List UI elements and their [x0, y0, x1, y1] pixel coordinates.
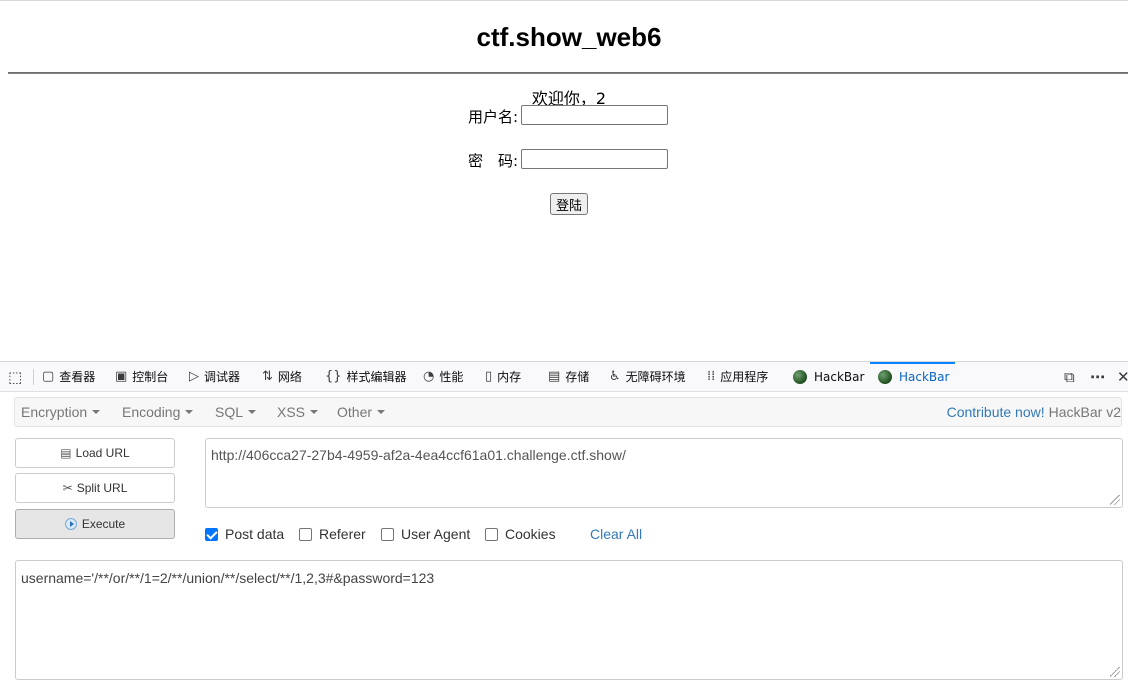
tab-debugger[interactable]: ▷ 调试器 — [189, 362, 240, 391]
tab-network[interactable]: ⇅ 网络 — [262, 362, 302, 391]
caret-down-icon — [92, 410, 101, 414]
cookies-checkbox[interactable] — [485, 527, 498, 541]
contribute-area: Contribute now! HackBar v2 — [947, 398, 1121, 426]
hackbar-icon — [793, 369, 807, 384]
url-textarea[interactable]: http://406cca27-27b4-4959-af2a-4ea4ccf61… — [205, 438, 1123, 508]
tab-hackbar-1[interactable]: HackBar — [793, 362, 864, 391]
scissors-icon: ✂ — [62, 481, 73, 495]
tab-console[interactable]: ▣ 控制台 — [115, 362, 168, 391]
checkbox-cookies[interactable]: Cookies — [485, 522, 556, 546]
caret-down-icon — [310, 410, 319, 414]
tab-accessibility[interactable]: ♿ 无障碍环境 — [609, 362, 686, 391]
checkbox-post-data[interactable]: Post data — [205, 522, 284, 546]
play-icon — [64, 518, 77, 530]
performance-icon: ◔ — [423, 369, 435, 384]
post-data-checkbox[interactable] — [205, 527, 218, 541]
menu-sql[interactable]: SQL — [215, 398, 257, 426]
resize-grip-icon[interactable] — [1110, 495, 1120, 505]
tab-memory[interactable]: ▯ 内存 — [485, 362, 521, 391]
close-icon[interactable]: ✕ — [1117, 362, 1128, 391]
contribute-link[interactable]: Contribute now! — [947, 404, 1045, 420]
clear-all-link[interactable]: Clear All — [590, 522, 642, 546]
execute-button[interactable]: Execute — [15, 509, 175, 539]
page-title: ctf.show_web6 — [476, 22, 662, 52]
checkbox-user-agent[interactable]: User Agent — [381, 522, 470, 546]
caret-down-icon — [377, 410, 386, 414]
element-picker-icon[interactable]: ⬚ — [8, 362, 27, 391]
hackbar-version: HackBar v2 — [1048, 404, 1121, 420]
console-icon: ▣ — [115, 369, 128, 384]
load-url-icon: ▤ — [60, 446, 72, 460]
application-icon: ⁞⁞ — [707, 369, 716, 384]
menu-xss[interactable]: XSS — [277, 398, 319, 426]
tab-hackbar-2[interactable]: HackBar — [870, 362, 955, 389]
tab-storage[interactable]: ▤ 存储 — [548, 362, 589, 391]
tab-performance[interactable]: ◔ 性能 — [423, 362, 463, 391]
menu-encoding[interactable]: Encoding — [122, 398, 194, 426]
menu-other[interactable]: Other — [337, 398, 386, 426]
tab-inspector[interactable]: ▢ 查看器 — [42, 362, 95, 391]
style-editor-icon: {} — [325, 369, 342, 384]
tab-style-editor[interactable]: {} 样式编辑器 — [325, 362, 407, 391]
post-data-text: username='/**/or/**/1=2/**/union/**/sele… — [21, 570, 435, 586]
user-agent-checkbox[interactable] — [381, 527, 394, 541]
divider — [8, 72, 1128, 74]
more-options-icon[interactable]: ⋯ — [1090, 362, 1110, 391]
referer-checkbox[interactable] — [299, 527, 312, 541]
debugger-icon: ▷ — [189, 369, 199, 384]
url-text: http://406cca27-27b4-4959-af2a-4ea4ccf61… — [211, 447, 626, 463]
password-label: 密 码: — [468, 152, 519, 170]
login-button[interactable]: 登陆 — [550, 193, 588, 215]
password-input[interactable] — [521, 149, 668, 169]
storage-icon: ▤ — [548, 369, 561, 384]
split-url-button[interactable]: ✂ Split URL — [15, 473, 175, 503]
caret-down-icon — [185, 410, 194, 414]
memory-icon: ▯ — [485, 369, 493, 384]
checkbox-referer[interactable]: Referer — [299, 522, 366, 546]
load-url-button[interactable]: ▤ Load URL — [15, 438, 175, 468]
username-label: 用户名: — [468, 108, 519, 126]
responsive-design-icon[interactable]: ⧉ — [1064, 362, 1080, 391]
hackbar-icon — [878, 369, 892, 384]
post-data-textarea[interactable]: username='/**/or/**/1=2/**/union/**/sele… — [15, 560, 1123, 680]
tab-application[interactable]: ⁞⁞ 应用程序 — [707, 362, 768, 391]
caret-down-icon — [248, 410, 257, 414]
menu-encryption[interactable]: Encryption — [21, 398, 101, 426]
inspector-icon: ▢ — [42, 369, 55, 384]
devtools-toolbar: ⬚ ▢ 查看器 ▣ 控制台 ▷ 调试器 ⇅ 网络 {} 样式编辑器 ◔ 性能 ▯ 内存 ▤ 存储… — [0, 362, 1128, 392]
resize-grip-icon[interactable] — [1110, 667, 1120, 677]
accessibility-icon: ♿ — [609, 369, 621, 384]
username-input[interactable] — [521, 105, 668, 125]
top-border — [0, 0, 1128, 1]
toolbar-separator — [33, 369, 34, 385]
hackbar-menubar: Encryption Encoding SQL XSS Other Contri… — [14, 397, 1122, 427]
network-icon: ⇅ — [262, 369, 273, 384]
